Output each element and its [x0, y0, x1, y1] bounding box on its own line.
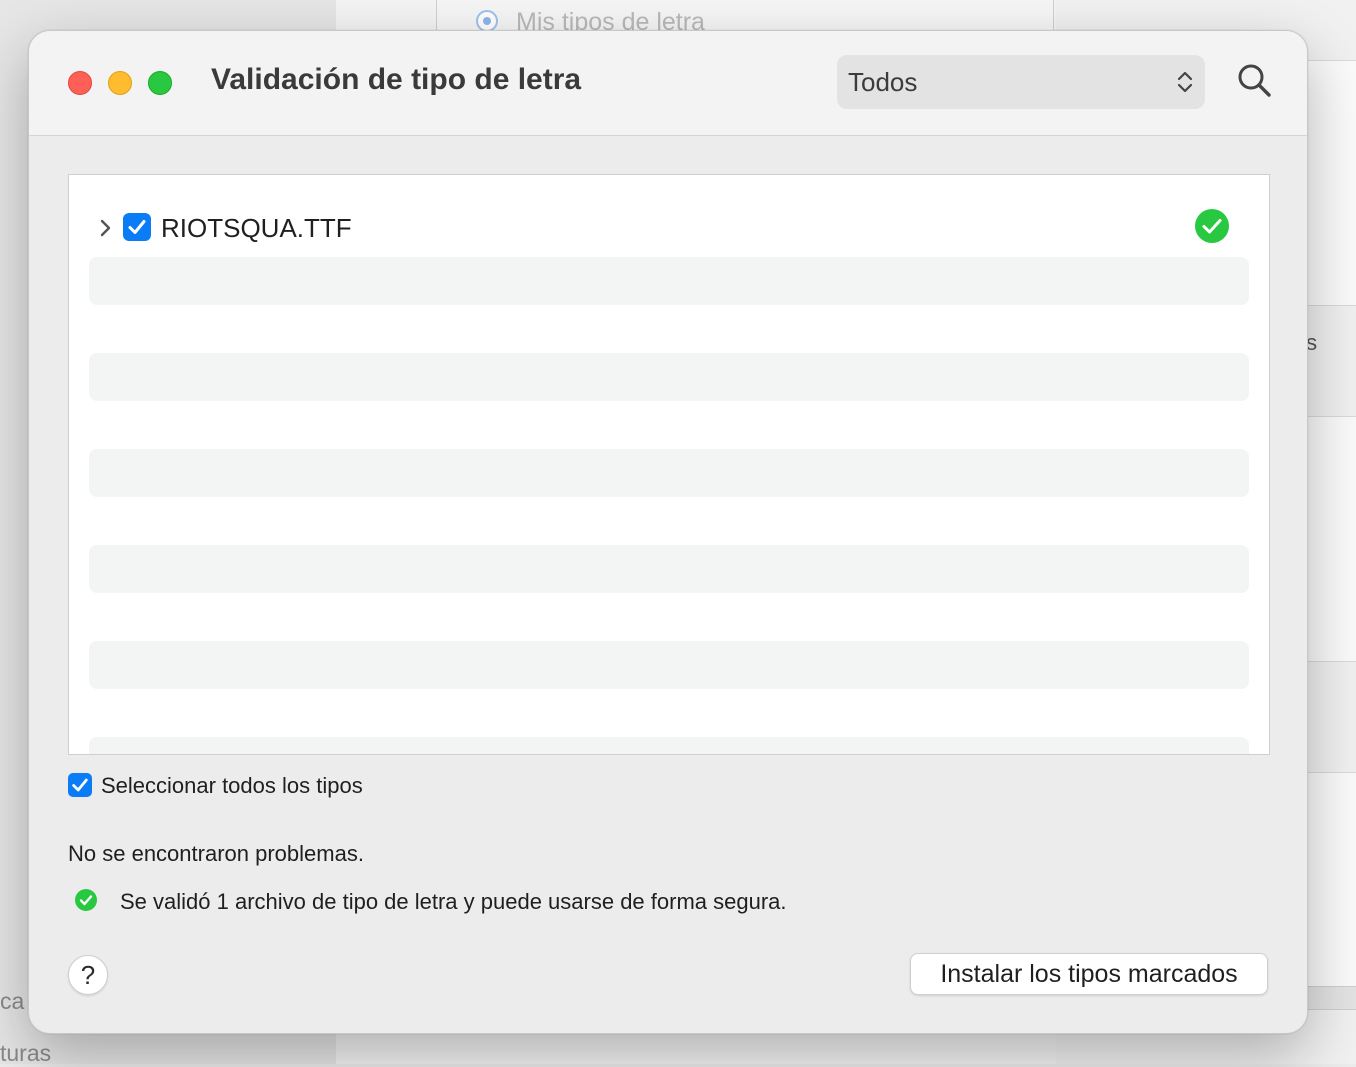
background-text: ca: [0, 988, 25, 1014]
install-checked-fonts-button[interactable]: Instalar los tipos marcados: [910, 953, 1268, 995]
close-window-button[interactable]: [68, 71, 92, 95]
font-validation-list: RIOTSQUA.TTF: [68, 174, 1270, 755]
empty-list-row: [89, 257, 1249, 305]
empty-list-row: [89, 449, 1249, 497]
background-radio-button: [476, 10, 498, 32]
checkmark-icon: [72, 778, 88, 792]
select-all-label[interactable]: Seleccionar todos los tipos: [101, 773, 363, 799]
checkmark-icon: [128, 220, 146, 234]
chevron-updown-icon: [1177, 69, 1193, 100]
validation-summary: No se encontraron problemas.: [68, 841, 364, 866]
check-circle-icon: [1195, 209, 1229, 248]
empty-list-row: [89, 353, 1249, 401]
minimize-window-button[interactable]: [108, 71, 132, 95]
empty-list-row: [89, 641, 1249, 689]
list-item[interactable]: RIOTSQUA.TTF: [69, 205, 1269, 249]
search-button[interactable]: [1234, 61, 1274, 101]
font-file-name: RIOTSQUA.TTF: [161, 213, 352, 243]
font-checkbox[interactable]: [123, 213, 151, 241]
zoom-window-button[interactable]: [148, 71, 172, 95]
title-bar: Validación de tipo de letra Todos: [29, 31, 1307, 136]
search-icon: [1238, 64, 1271, 97]
check-circle-icon: [75, 889, 97, 916]
background-text: turas: [0, 1040, 52, 1066]
filter-popup-button[interactable]: Todos: [837, 55, 1205, 109]
validation-status-text: Se validó 1 archivo de tipo de letra y p…: [120, 889, 787, 914]
filter-selected-value: Todos: [848, 67, 918, 97]
chevron-right-icon[interactable]: [99, 218, 111, 243]
select-all-checkbox[interactable]: [68, 773, 92, 797]
window-title: Validación de tipo de letra: [211, 63, 582, 96]
empty-list-row: [89, 737, 1249, 754]
font-validation-window: Validación de tipo de letra Todos RIOTSQ…: [28, 30, 1308, 1034]
help-button[interactable]: ?: [68, 955, 108, 995]
empty-list-row: [89, 545, 1249, 593]
